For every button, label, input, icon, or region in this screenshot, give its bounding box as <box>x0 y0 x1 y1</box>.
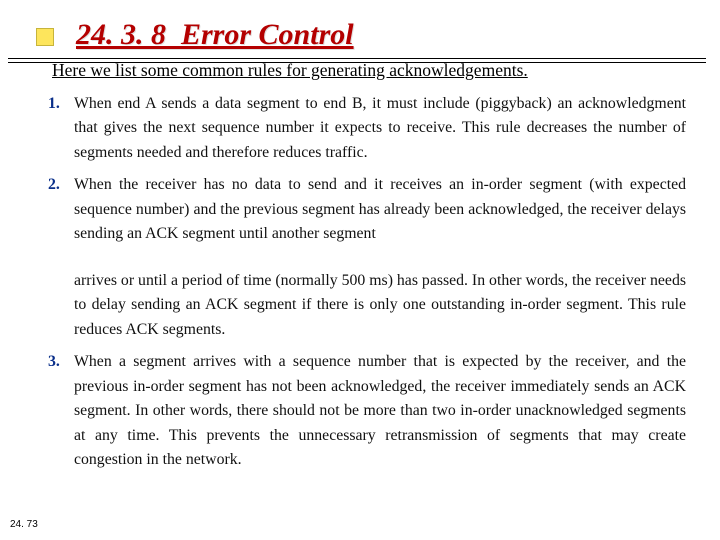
item-body: When a segment arrives with a sequence n… <box>74 350 686 472</box>
item-number: 3. <box>48 350 74 472</box>
rules-list: 1. When end A sends a data segment to en… <box>48 92 686 481</box>
list-item-continuation: arrives or until a period of time (norma… <box>48 269 686 342</box>
section-number: 24. 3. 8 <box>76 18 166 51</box>
list-item: 2. When the receiver has no data to send… <box>48 173 686 246</box>
slide-title: 24. 3. 8 Error Control <box>76 18 354 52</box>
item-body: When the receiver has no data to send an… <box>74 173 686 246</box>
page-number: 24. 73 <box>10 519 38 530</box>
title-bullet-icon <box>36 28 54 46</box>
title-area: 24. 3. 8 Error Control <box>0 12 720 62</box>
title-rule-top <box>8 58 706 59</box>
title-label: Error Control <box>181 18 354 51</box>
intro-text: Here we list some common rules for gener… <box>52 60 668 81</box>
item-body: arrives or until a period of time (norma… <box>74 269 686 342</box>
item-number: 1. <box>48 92 74 165</box>
list-item: 1. When end A sends a data segment to en… <box>48 92 686 165</box>
slide: 24. 3. 8 Error Control Here we list some… <box>0 0 720 540</box>
item-body: When end A sends a data segment to end B… <box>74 92 686 165</box>
list-item: 3. When a segment arrives with a sequenc… <box>48 350 686 472</box>
item-number: 2. <box>48 173 74 246</box>
item-number-blank <box>48 269 74 342</box>
paragraph-gap <box>48 255 686 269</box>
